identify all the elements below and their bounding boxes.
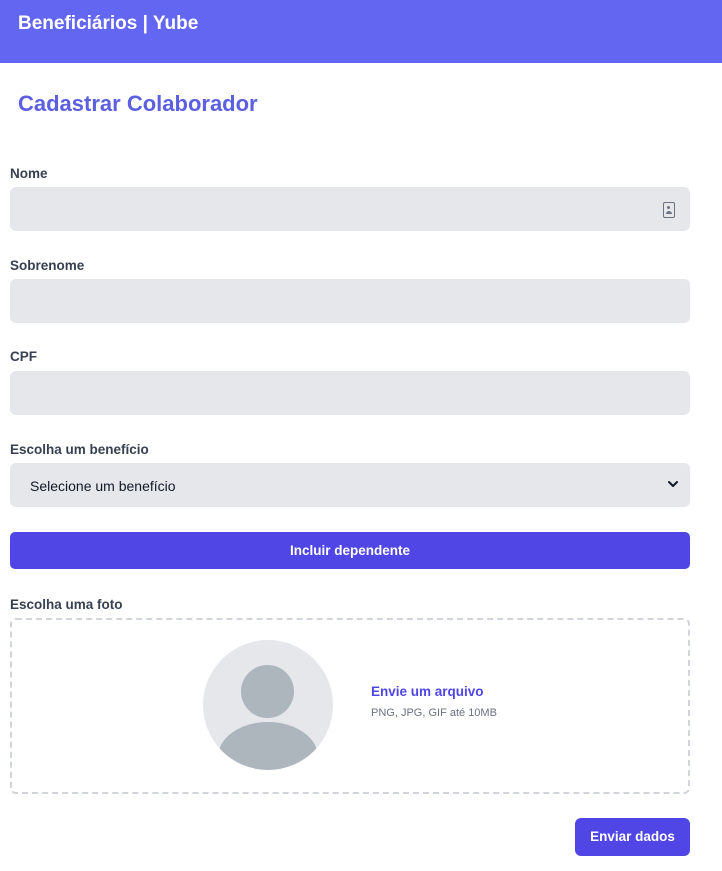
cpf-input[interactable] — [11, 372, 689, 414]
beneficio-label: Escolha um benefício — [10, 442, 149, 457]
beneficio-selected-value: Selecione um benefício — [30, 478, 176, 494]
foto-label: Escolha uma foto — [10, 597, 123, 612]
beneficio-select[interactable]: Selecione um benefício — [10, 463, 690, 507]
nome-label: Nome — [10, 166, 48, 181]
submit-button[interactable]: Enviar dados — [575, 818, 690, 856]
page-title: Cadastrar Colaborador — [18, 91, 258, 116]
user-silhouette-icon — [203, 640, 333, 770]
sobrenome-field-container — [10, 279, 690, 323]
cpf-field-container — [10, 371, 690, 415]
upload-hint: PNG, JPG, GIF até 10MB — [371, 707, 497, 719]
include-dependent-button[interactable]: Incluir dependente — [10, 532, 690, 569]
contact-card-icon[interactable] — [663, 202, 675, 218]
sobrenome-label: Sobrenome — [10, 258, 85, 273]
chevron-down-icon — [668, 481, 678, 487]
nome-input[interactable] — [11, 188, 689, 230]
upload-file-link[interactable]: Envie um arquivo — [371, 684, 484, 699]
app-title: Beneficiários | Yube — [18, 13, 199, 34]
photo-dropzone[interactable]: Envie um arquivo PNG, JPG, GIF até 10MB — [10, 618, 690, 794]
nome-field-container — [10, 187, 690, 231]
sobrenome-input[interactable] — [11, 280, 689, 322]
cpf-label: CPF — [10, 349, 37, 364]
app-header: Beneficiários | Yube — [0, 0, 722, 63]
